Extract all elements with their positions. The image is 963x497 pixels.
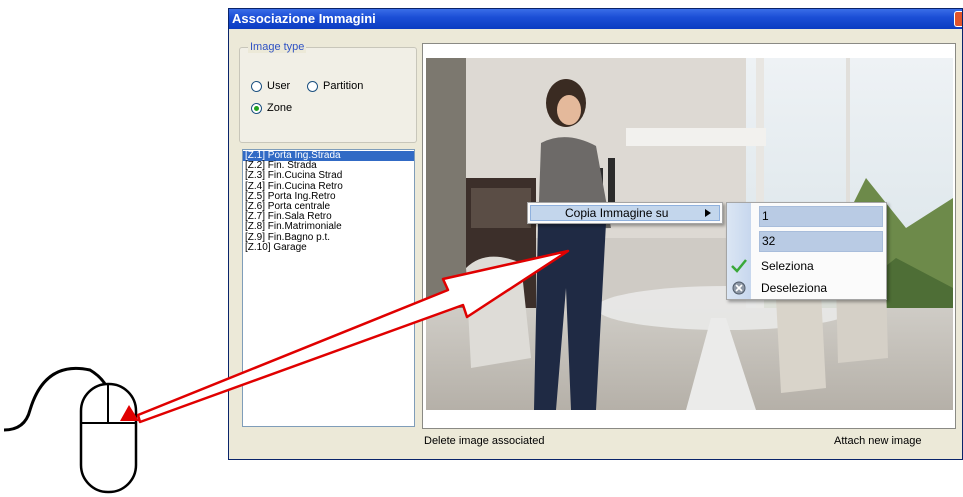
submenu-arrow-icon bbox=[705, 209, 711, 217]
close-button[interactable] bbox=[954, 11, 962, 27]
window-titlebar[interactable]: Associazione Immagini bbox=[229, 9, 962, 29]
mouse-click-marker bbox=[120, 405, 139, 421]
submenu-item-1[interactable]: 1 bbox=[759, 206, 883, 227]
zone-list[interactable]: [Z.1] Porta Ing.Strada [Z.2] Fin. Strada… bbox=[242, 149, 415, 427]
radio-user-circle[interactable] bbox=[251, 80, 262, 92]
delete-image-link[interactable]: Delete image associated bbox=[424, 435, 544, 447]
context-menu: Copia Immagine su bbox=[527, 202, 723, 224]
radio-partition[interactable]: Partition bbox=[307, 80, 363, 92]
image-type-legend: Image type bbox=[248, 41, 307, 53]
checkmark-icon bbox=[731, 259, 747, 273]
image-type-group: Image type User Partition Zone bbox=[239, 41, 417, 143]
copy-image-menu-label: Copia Immagine su bbox=[565, 206, 669, 220]
clear-icon bbox=[732, 281, 746, 295]
copy-image-menu-item[interactable]: Copia Immagine su bbox=[530, 205, 720, 221]
radio-user[interactable]: User bbox=[251, 80, 290, 92]
mouse-icon bbox=[79, 382, 138, 494]
mouse-cable bbox=[3, 366, 107, 432]
radio-user-label: User bbox=[267, 80, 291, 92]
radio-partition-label: Partition bbox=[323, 80, 364, 92]
submenu-item-32[interactable]: 32 bbox=[759, 231, 883, 252]
attach-image-link[interactable]: Attach new image bbox=[834, 435, 921, 447]
submenu-item-deselect[interactable]: Deseleziona bbox=[759, 278, 883, 299]
radio-zone[interactable]: Zone bbox=[251, 102, 292, 114]
submenu-item-select[interactable]: Seleziona bbox=[759, 256, 883, 277]
radio-partition-circle[interactable] bbox=[307, 80, 318, 92]
copy-target-submenu: 1 32 Seleziona Deseleziona bbox=[726, 202, 887, 300]
zone-list-item[interactable]: [Z.10] Garage bbox=[243, 242, 414, 253]
radio-zone-label: Zone bbox=[267, 102, 293, 114]
window-title: Associazione Immagini bbox=[232, 11, 376, 26]
radio-zone-circle[interactable] bbox=[251, 102, 262, 114]
